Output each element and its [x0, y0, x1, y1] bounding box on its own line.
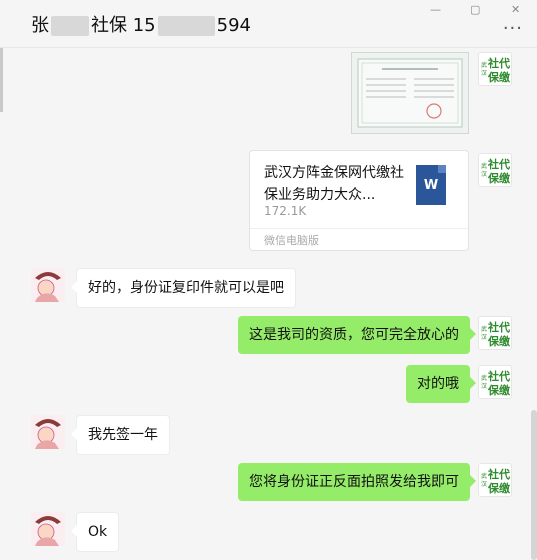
certificate-thumbnail: [357, 58, 463, 128]
file-source: 微信电脑版: [264, 234, 319, 247]
cartoon-avatar-icon: [31, 268, 65, 302]
contact-name-prefix: 张: [31, 15, 49, 36]
cartoon-avatar-icon: [31, 415, 65, 449]
chat-header: 张 社保 15 594 — ▢ ✕ ···: [0, 0, 537, 48]
cartoon-avatar-icon: [31, 512, 65, 546]
left-edge-bar: [0, 48, 3, 112]
svg-text:武: 武: [481, 325, 487, 333]
org-logo-icon: 武 汉 社代 保缴: [481, 369, 511, 397]
svg-text:保缴: 保缴: [487, 334, 511, 348]
close-icon[interactable]: ✕: [511, 3, 520, 16]
org-avatar[interactable]: 武 汉 社代 保缴: [478, 365, 512, 399]
minimize-icon[interactable]: —: [430, 3, 441, 16]
more-options-icon[interactable]: ···: [503, 18, 523, 39]
file-message[interactable]: 武汉方阵金保网代缴社保业务助力大众... 172.1K W 微信电脑版: [249, 150, 469, 251]
svg-text:武: 武: [481, 61, 487, 69]
message-received: 我先签一年: [71, 415, 170, 455]
svg-text:社代: 社代: [487, 467, 510, 481]
chat-title: 张 社保 15 594: [31, 11, 251, 37]
svg-text:社代: 社代: [487, 369, 510, 383]
svg-text:武: 武: [481, 472, 487, 480]
file-name: 武汉方阵金保网代缴社保业务助力大众...: [264, 165, 404, 203]
svg-text:汉: 汉: [481, 170, 487, 178]
message-received: Ok: [70, 512, 120, 552]
maximize-icon[interactable]: ▢: [470, 3, 480, 16]
org-avatar[interactable]: 武 汉 社代 保缴: [478, 52, 512, 86]
svg-text:汉: 汉: [481, 69, 487, 77]
org-logo-icon: 武 汉 社代 保缴: [481, 56, 511, 84]
word-file-icon: W: [416, 165, 446, 205]
svg-text:保缴: 保缴: [487, 383, 511, 397]
svg-text:社代: 社代: [487, 56, 510, 70]
svg-text:汉: 汉: [481, 382, 487, 390]
contact-name-suffix: 社保 15: [91, 15, 156, 36]
svg-text:社代: 社代: [487, 157, 510, 171]
divider: [250, 228, 468, 229]
redacted-name: [51, 16, 89, 36]
chat-scrollbar[interactable]: [531, 410, 537, 560]
org-avatar[interactable]: 武 汉 社代 保缴: [478, 316, 512, 350]
svg-text:武: 武: [481, 162, 487, 170]
svg-text:社代: 社代: [487, 320, 510, 334]
qualification-image[interactable]: [351, 52, 469, 134]
svg-text:保缴: 保缴: [487, 171, 511, 185]
org-avatar[interactable]: 武 汉 社代 保缴: [478, 463, 512, 497]
file-size: 172.1K: [264, 204, 307, 218]
svg-text:武: 武: [481, 374, 487, 382]
message-received: 好的，身份证复印件就可以是吧: [71, 268, 296, 308]
contact-phone-tail: 594: [216, 15, 251, 36]
org-avatar[interactable]: 武 汉 社代 保缴: [478, 153, 512, 187]
org-logo-icon: 武 汉 社代 保缴: [481, 320, 511, 348]
message-sent: 您将身份证正反面拍照发给我即可: [238, 463, 476, 501]
contact-avatar[interactable]: [31, 415, 65, 449]
contact-avatar[interactable]: [31, 268, 65, 302]
message-sent: 这是我司的资质，您可完全放心的: [238, 316, 476, 354]
redacted-phone: [157, 16, 215, 36]
svg-text:汉: 汉: [481, 480, 487, 488]
svg-text:保缴: 保缴: [487, 70, 511, 84]
message-sent: 对的哦: [406, 365, 476, 403]
contact-avatar[interactable]: [31, 512, 65, 546]
svg-text:保缴: 保缴: [487, 481, 511, 495]
svg-text:汉: 汉: [481, 333, 487, 341]
org-logo-icon: 武 汉 社代 保缴: [481, 157, 511, 185]
org-logo-icon: 武 汉 社代 保缴: [481, 467, 511, 495]
